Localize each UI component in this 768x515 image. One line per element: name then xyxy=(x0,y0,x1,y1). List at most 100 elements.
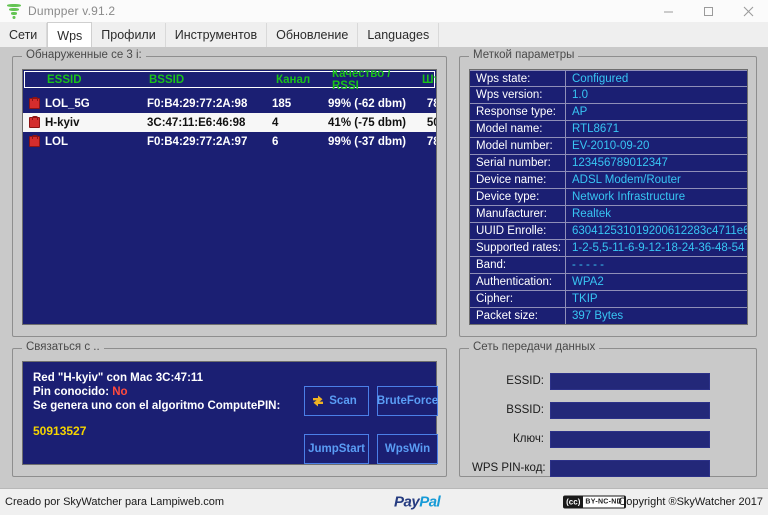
parameter-key: Response type: xyxy=(470,104,566,120)
jumpstart-button[interactable]: JumpStart xyxy=(304,434,369,464)
locked-network-icon xyxy=(23,97,45,109)
connect-line-pin-known: Pin conocido: No xyxy=(33,385,280,399)
maximize-icon[interactable] xyxy=(688,0,728,22)
tab-label: Сети xyxy=(9,28,38,42)
main-content: Обнаруженные се 3 і: ESSID BSSID Канал К… xyxy=(0,47,768,488)
window-controls xyxy=(648,0,768,22)
cc-round-icon: (cc) xyxy=(566,497,581,506)
window-title: Dumpper v.91.2 xyxy=(28,4,116,18)
data-transfer-group: Сеть передачи данных ESSID: BSSID: Ключ:… xyxy=(459,341,757,477)
status-copyright: Copyright ®SkyWatcher 2017 xyxy=(618,496,763,508)
parameter-value: 397 Bytes xyxy=(572,310,624,322)
creative-commons-badge[interactable]: (cc) BY-NC-ND xyxy=(563,495,626,509)
bssid-input[interactable] xyxy=(550,401,710,419)
parameter-value: EV-2010-09-20 xyxy=(572,140,650,152)
close-icon[interactable] xyxy=(728,0,768,22)
pin-known-value: No xyxy=(112,386,128,398)
parameter-key: Model number: xyxy=(470,138,566,154)
wps-parameters-group: Меткой параметры Wps state: Configured Wps… xyxy=(459,49,757,337)
connect-line-network: Red "H-kyiv" con Mac 3C:47:11 xyxy=(33,372,204,384)
parameter-value: RTL8671 xyxy=(572,123,620,135)
paypal-logo[interactable]: PayPal xyxy=(394,493,441,511)
essid-input[interactable] xyxy=(550,372,710,390)
status-credits: Creado por SkyWatcher para Lampiweb.com xyxy=(5,496,225,508)
tab-обновление[interactable]: Обновление xyxy=(267,23,359,47)
parameter-key: Model name: xyxy=(470,121,566,137)
paypal-logo-part-a: Pay xyxy=(394,493,420,511)
parameter-value: 1-2-5,5-11-6-9-12-18-24-36-48-54 xyxy=(572,242,745,254)
connect-group: Связаться с .. Red "H-kyiv" con Mac 3C:4… xyxy=(12,341,447,477)
parameter-row: Response type: AP xyxy=(470,104,747,121)
network-quality: 99% (-62 dbm) xyxy=(328,97,406,110)
parameter-row: Wps version: 1.0 xyxy=(470,87,747,104)
locked-network-icon xyxy=(23,116,45,128)
tab-профили[interactable]: Профили xyxy=(92,23,166,47)
parameter-row: Wps state: Configured xyxy=(470,70,747,87)
wpswin-button[interactable]: WpsWin xyxy=(377,434,438,464)
parameter-value: AP xyxy=(572,106,588,118)
parameter-key: Manufacturer: xyxy=(470,206,566,222)
refresh-arrows-icon xyxy=(311,394,325,408)
network-channel: 185 xyxy=(272,97,292,110)
tab-languages[interactable]: Languages xyxy=(358,23,440,47)
parameter-row: Band: - - - - - xyxy=(470,257,747,274)
key-form-row: Ключ: xyxy=(472,430,710,448)
col-quality: Качество / RSSI xyxy=(332,69,391,92)
network-row[interactable]: LOL_5G F0:B4:29:77:2A:98 185 99% (-62 dbm) 7… xyxy=(23,94,436,113)
wifi-signal-icon xyxy=(6,3,22,19)
pin-known-label: Pin conocido: xyxy=(33,386,110,398)
parameter-key: Supported rates: xyxy=(470,240,566,256)
bruteforce-button-label: BruteForce xyxy=(376,395,439,407)
col-bssid: BSSID xyxy=(149,73,185,86)
networks-table[interactable]: ESSID BSSID Канал Качество / RSSI Штифт … xyxy=(22,69,437,325)
networks-table-header: ESSID BSSID Канал Качество / RSSI Штифт xyxy=(24,70,436,92)
parameter-row: Manufacturer: Realtek xyxy=(470,206,747,223)
network-row[interactable]: H-kyiv 3C:47:11:E6:46:98 4 41% (-75 dbm) 509… xyxy=(23,113,436,132)
network-bssid: 3C:47:11:E6:46:98 xyxy=(147,116,246,129)
scan-button-label: Scan xyxy=(329,395,357,407)
wps-parameters-table: Wps state: Configured Wps version: 1.0 Respo… xyxy=(469,69,748,325)
tab-wps[interactable]: Wps xyxy=(47,22,93,48)
parameter-key: Wps version: xyxy=(470,87,566,103)
tab-label: Инструментов xyxy=(174,28,258,42)
parameter-row: UUID Enrolle: 630412531019200612283c4711e… xyxy=(470,223,747,240)
parameter-row: Packet size: 397 Bytes xyxy=(470,308,747,324)
parameter-value: Configured xyxy=(572,72,629,85)
wps-pin-input[interactable] xyxy=(550,459,710,477)
status-bar: Creado por SkyWatcher para Lampiweb.com … xyxy=(0,488,768,515)
network-row[interactable]: LOL F0:B4:29:77:2A:97 6 99% (-37 dbm) 780968… xyxy=(23,132,436,151)
detected-networks-legend: Обнаруженные се 3 і: xyxy=(22,49,146,61)
title-bar: Dumpper v.91.2 xyxy=(0,0,768,23)
bruteforce-button[interactable]: BruteForce xyxy=(377,386,438,416)
essid-label: ESSID: xyxy=(506,375,544,387)
network-channel: 6 xyxy=(272,135,279,148)
parameter-value: - - - - - xyxy=(572,259,604,271)
scan-button[interactable]: Scan xyxy=(304,386,369,416)
tab-label: Languages xyxy=(367,28,430,42)
parameter-key: Wps state: xyxy=(470,71,566,86)
wps-pin-label: WPS PIN-код: xyxy=(472,462,546,474)
parameter-row: Model number: EV-2010-09-20 xyxy=(470,138,747,155)
network-quality: 99% (-37 dbm) xyxy=(328,135,406,148)
parameter-key: Band: xyxy=(470,257,566,273)
network-essid: LOL_5G xyxy=(45,97,90,110)
network-essid: H-kyiv xyxy=(45,116,80,129)
col-pin: Штифт xyxy=(422,73,436,86)
minimize-icon[interactable] xyxy=(648,0,688,22)
tab-label: Профили xyxy=(101,28,156,42)
network-pin: 50913527 xyxy=(426,116,436,129)
key-input[interactable] xyxy=(550,430,710,448)
parameter-key: UUID Enrolle: xyxy=(470,223,566,239)
tab-bar: Сети Wps Профили Инструментов Обновление Lang… xyxy=(0,22,768,48)
parameter-row: Device name: ADSL Modem/Router xyxy=(470,172,747,189)
parameter-row: Serial number: 123456789012347 xyxy=(470,155,747,172)
parameter-value: TKIP xyxy=(572,293,598,305)
network-quality: 41% (-75 dbm) xyxy=(328,116,406,129)
parameter-row: Device type: Network Infrastructure xyxy=(470,189,747,206)
tab-сети[interactable]: Сети xyxy=(0,23,48,47)
network-essid: LOL xyxy=(45,135,68,148)
tab-инструментов[interactable]: Инструментов xyxy=(166,23,268,47)
key-label: Ключ: xyxy=(513,433,544,445)
connect-line-algorithm: Se genera uno con el algoritmo ComputePI… xyxy=(33,400,281,412)
parameter-key: Device type: xyxy=(470,189,566,205)
